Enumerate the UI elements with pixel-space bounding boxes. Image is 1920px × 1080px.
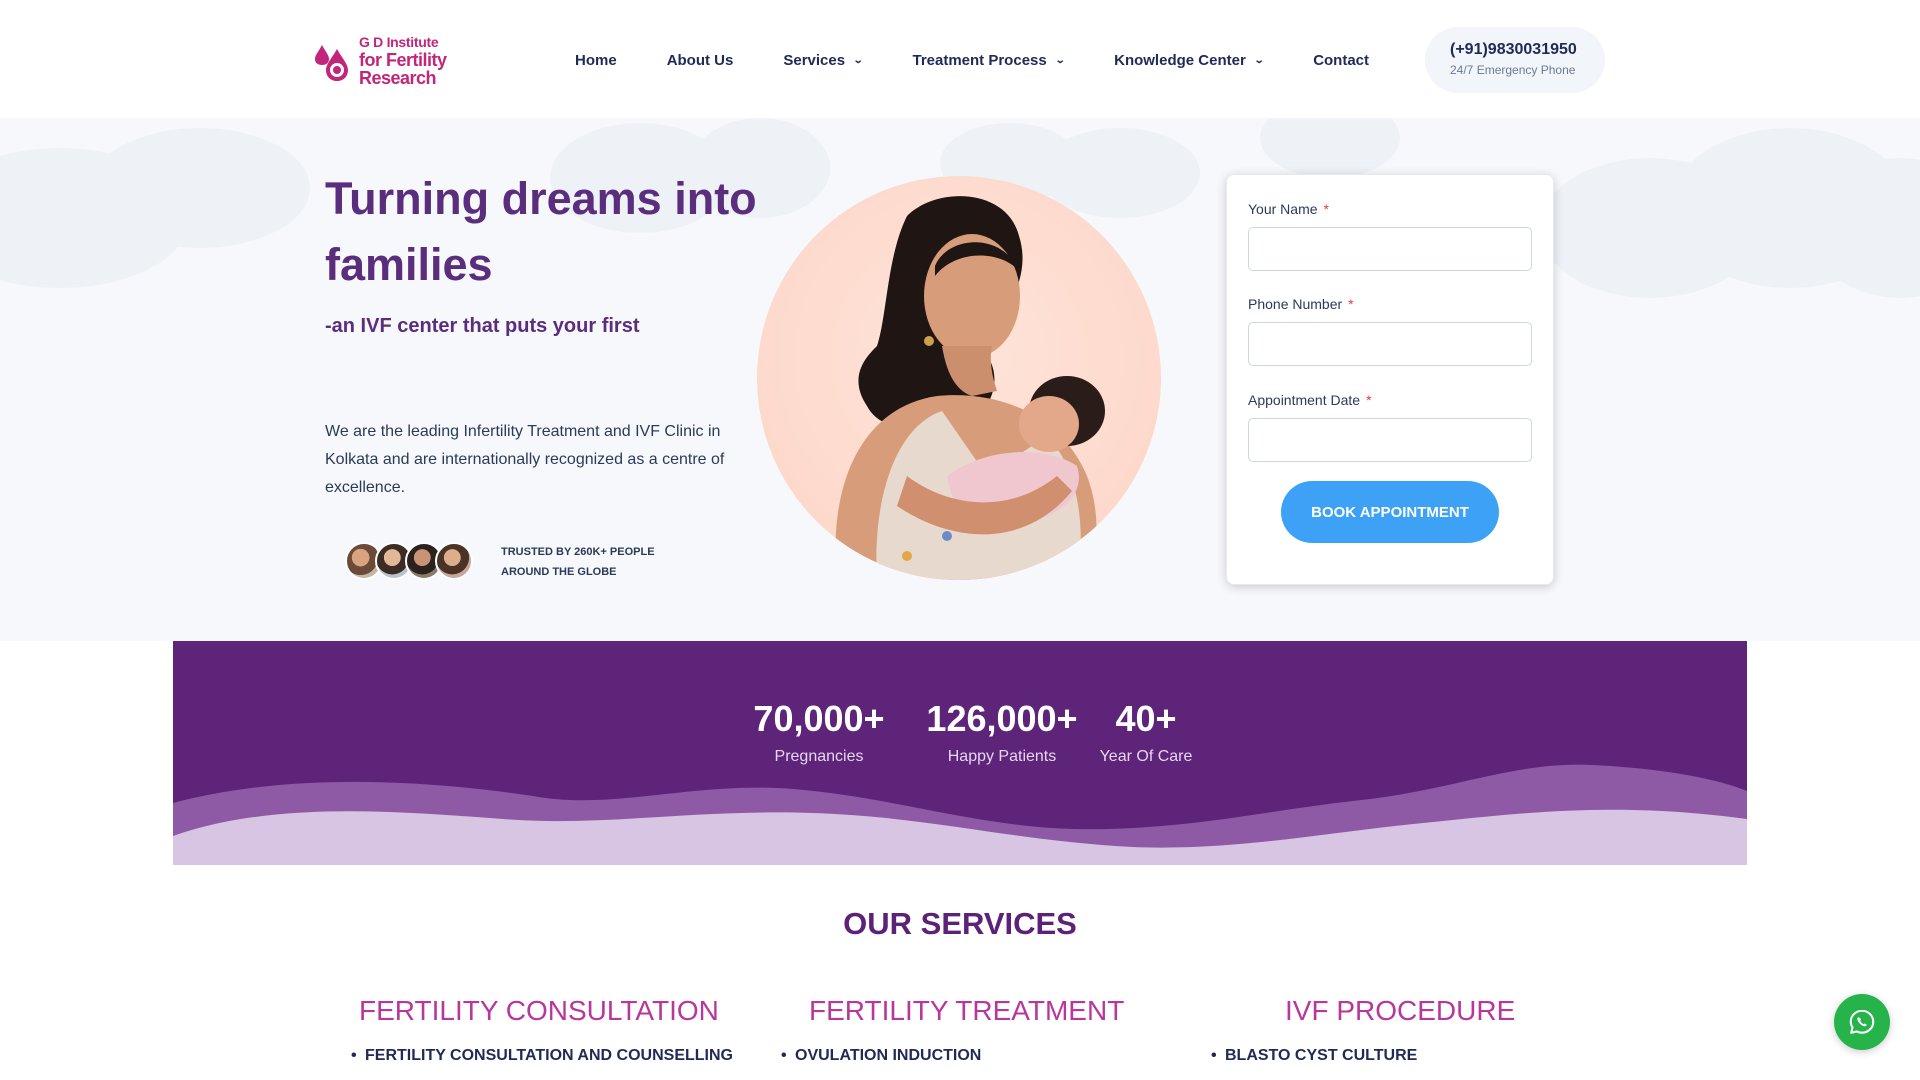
nav-home[interactable]: Home [575, 52, 617, 69]
service-column-consultation: FERTILITY CONSULTATION FERTILITY CONSULT… [351, 995, 733, 1065]
trusted-avatars [345, 542, 473, 582]
stat-years: 40+ Year Of Care [1091, 698, 1201, 766]
stat-label: Year Of Care [1099, 748, 1193, 765]
nav-contact-label: Contact [1313, 51, 1370, 69]
service-list-item[interactable]: OVULATION INDUCTION [781, 1047, 981, 1065]
service-column-ivf: IVF PROCEDURE BLASTO CYST CULTURE [1211, 995, 1516, 1065]
services-title: OUR SERVICES [843, 906, 1077, 941]
mother-baby-illustration [835, 196, 1105, 580]
chevron-down-icon: ⌄ [1054, 54, 1066, 66]
hero-description: We are the leading Infertility Treatment… [325, 423, 725, 496]
date-label-text: Appointment Date [1248, 392, 1361, 408]
whatsapp-button[interactable] [1834, 994, 1890, 1050]
hero-title: Turning dreams into families [325, 173, 757, 290]
stat-number: 70,000+ [753, 698, 885, 739]
stat-pregnancies: 70,000+ Pregnancies [719, 698, 919, 766]
phone-label: Phone Number * [1248, 296, 1354, 312]
nav-knowledge-label: Knowledge Center [1114, 51, 1246, 69]
nav-services-label: Services [783, 51, 846, 69]
avatar [435, 542, 473, 580]
service-list-item[interactable]: FERTILITY CONSULTATION AND COUNSELLING [351, 1047, 733, 1065]
chevron-down-icon: ⌄ [1253, 54, 1265, 66]
page: G D Institute for Fertility Research Hom… [0, 0, 1920, 1080]
book-appointment-button[interactable]: BOOK APPOINTMENT [1281, 481, 1499, 543]
nav-about-label: About Us [666, 51, 734, 69]
service-heading: FERTILITY CONSULTATION [359, 995, 719, 1026]
main-nav: Home About Us Services ⌄ Treatment Proces… [575, 48, 1419, 72]
required-mark: * [1323, 201, 1329, 217]
logo-text: G D Institute for Fertility Research [359, 35, 518, 87]
logo-line-2: for Fertility Research [359, 50, 447, 88]
appointment-date-input[interactable] [1248, 418, 1532, 462]
service-heading: FERTILITY TREATMENT [809, 995, 1125, 1026]
nav-knowledge-center[interactable]: Knowledge Center ⌄ [1114, 51, 1265, 69]
nav-treatment-label: Treatment Process [912, 51, 1047, 69]
service-heading: IVF PROCEDURE [1285, 995, 1516, 1026]
chevron-down-icon: ⌄ [852, 54, 864, 66]
stat-number: 126,000+ [926, 698, 1078, 739]
nav-home-label: Home [575, 51, 617, 69]
stat-label: Pregnancies [774, 748, 864, 765]
hero-section: Turning dreams into families -an IVF cen… [0, 118, 1920, 641]
trusted-text: TRUSTED BY 260K+ PEOPLE AROUND THE GLOBE [501, 546, 655, 578]
nav-services[interactable]: Services ⌄ [783, 51, 864, 69]
whatsapp-icon [1849, 1009, 1875, 1034]
site-header: G D Institute for Fertility Research Hom… [0, 0, 1920, 118]
phone-label-text: Phone Number [1248, 296, 1343, 312]
phone-number: (+91)9830031950 [1450, 41, 1577, 58]
required-mark: * [1348, 296, 1354, 312]
nav-contact[interactable]: Contact [1313, 52, 1369, 69]
site-logo[interactable]: G D Institute for Fertility Research [313, 35, 518, 87]
droplet-logo-icon [315, 45, 348, 81]
stats-band: 70,000+ Pregnancies 126,000+ Happy Patie… [173, 641, 1747, 865]
required-mark: * [1366, 392, 1372, 408]
stat-number: 40+ [1115, 698, 1177, 739]
emergency-phone[interactable]: (+91)9830031950 24/7 Emergency Phone [1425, 27, 1605, 93]
stat-label: Happy Patients [947, 748, 1057, 765]
nav-about-us[interactable]: About Us [667, 52, 734, 69]
phone-subtitle: 24/7 Emergency Phone [1450, 63, 1576, 77]
name-input[interactable] [1248, 227, 1532, 271]
appointment-form: Your Name * Phone Number * Appointment Dat… [1226, 174, 1554, 585]
stat-happy-patients: 126,000+ Happy Patients [897, 698, 1107, 766]
hero-subtitle: -an IVF center that puts your first [325, 315, 640, 337]
logo-line-1: G D Institute [359, 34, 439, 50]
name-label: Your Name * [1248, 201, 1329, 217]
mother-baby-image [757, 176, 1161, 580]
name-label-text: Your Name [1248, 201, 1318, 217]
phone-input[interactable] [1248, 322, 1532, 366]
service-column-treatment: FERTILITY TREATMENT OVULATION INDUCTION [781, 995, 1125, 1065]
service-list-item[interactable]: BLASTO CYST CULTURE [1211, 1047, 1417, 1065]
nav-treatment-process[interactable]: Treatment Process ⌄ [912, 51, 1066, 69]
date-label: Appointment Date * [1248, 392, 1372, 408]
